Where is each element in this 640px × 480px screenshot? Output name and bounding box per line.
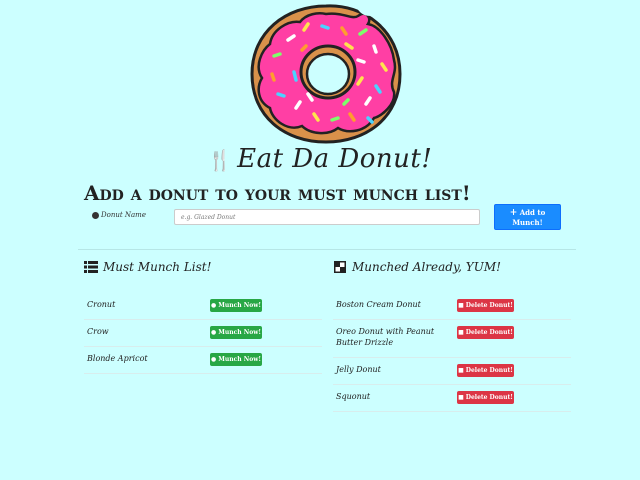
site-title-text: Eat Da Donut! bbox=[237, 144, 433, 174]
donut-name-label-text: Donut Name bbox=[101, 211, 146, 219]
donut-name: Oreo Donut with Peanut Butter Drizzle bbox=[336, 327, 435, 347]
donut-name: Squonut bbox=[336, 392, 371, 401]
munch-now-button[interactable]: ● Munch Now! bbox=[210, 353, 262, 366]
section-divider bbox=[78, 249, 576, 250]
donut-name: Blonde Apricot bbox=[87, 354, 148, 363]
list-icon bbox=[84, 261, 98, 273]
delete-donut-button[interactable]: ■ Delete Donut! bbox=[457, 299, 514, 312]
donut-logo bbox=[250, 3, 402, 144]
add-donut-form: Donut Name + Add to Munch! bbox=[92, 204, 562, 232]
site-title: 🍴 Eat Da Donut! bbox=[0, 144, 640, 174]
list-item: Oreo Donut with Peanut Butter Drizzle ■ D… bbox=[333, 320, 571, 358]
form-heading: Add a donut to your must munch list! bbox=[84, 181, 471, 205]
delete-donut-button[interactable]: ■ Delete Donut! bbox=[457, 326, 514, 339]
delete-donut-button[interactable]: ■ Delete Donut! bbox=[457, 364, 514, 377]
trash-icon: ■ bbox=[458, 302, 464, 309]
list-item: Blonde Apricot ● Munch Now! bbox=[84, 347, 322, 374]
munch-now-label: Munch Now! bbox=[218, 329, 261, 336]
must-munch-title-text: Must Munch List! bbox=[103, 260, 212, 274]
delete-donut-button[interactable]: ■ Delete Donut! bbox=[457, 391, 514, 404]
add-to-munch-label: Add to Munch! bbox=[512, 208, 546, 227]
munch-now-button[interactable]: ● Munch Now! bbox=[210, 326, 262, 339]
cookie-icon: ● bbox=[210, 329, 217, 336]
list-item: Jelly Donut ■ Delete Donut! bbox=[333, 358, 571, 385]
add-to-munch-button[interactable]: + Add to Munch! bbox=[494, 204, 561, 230]
list-item: Cronut ● Munch Now! bbox=[84, 293, 322, 320]
munch-now-label: Munch Now! bbox=[218, 302, 261, 309]
munched-title-text: Munched Already, YUM! bbox=[352, 260, 501, 274]
trash-icon: ■ bbox=[458, 329, 464, 336]
delete-donut-label: Delete Donut! bbox=[465, 302, 513, 309]
donut-name: Crow bbox=[87, 327, 109, 336]
checkered-icon bbox=[334, 261, 346, 273]
delete-donut-label: Delete Donut! bbox=[465, 367, 513, 374]
plus-icon: + bbox=[509, 208, 518, 218]
trash-icon: ■ bbox=[458, 367, 464, 374]
donut-name-label: Donut Name bbox=[92, 211, 146, 219]
list-item: Crow ● Munch Now! bbox=[84, 320, 322, 347]
munched-title: Munched Already, YUM! bbox=[333, 256, 571, 278]
utensils-icon: 🍴 bbox=[207, 148, 234, 172]
donut-bullet-icon bbox=[92, 211, 99, 219]
cookie-icon: ● bbox=[210, 356, 217, 363]
donut-name: Boston Cream Donut bbox=[336, 300, 421, 309]
must-munch-title: Must Munch List! bbox=[84, 256, 322, 278]
munched-section: Munched Already, YUM! Boston Cream Donut… bbox=[333, 256, 571, 412]
munch-now-label: Munch Now! bbox=[218, 356, 261, 363]
donut-name-input[interactable] bbox=[174, 209, 480, 225]
must-munch-section: Must Munch List! Cronut ● Munch Now! Crow… bbox=[84, 256, 322, 374]
trash-icon: ■ bbox=[458, 394, 464, 401]
donut-name: Cronut bbox=[87, 300, 116, 309]
delete-donut-label: Delete Donut! bbox=[465, 329, 513, 336]
munch-now-button[interactable]: ● Munch Now! bbox=[210, 299, 262, 312]
donut-name: Jelly Donut bbox=[336, 365, 381, 374]
list-item: Squonut ■ Delete Donut! bbox=[333, 385, 571, 412]
list-item: Boston Cream Donut ■ Delete Donut! bbox=[333, 293, 571, 320]
cookie-icon: ● bbox=[210, 302, 217, 309]
delete-donut-label: Delete Donut! bbox=[465, 394, 513, 401]
